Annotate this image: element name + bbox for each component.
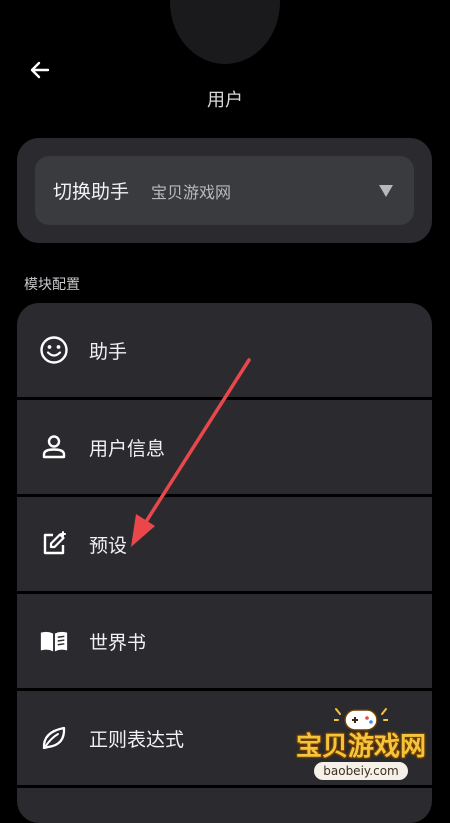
- module-item-world-book[interactable]: 世界书: [17, 594, 432, 691]
- watermark-title: 宝贝游戏网: [295, 732, 426, 762]
- book-icon: [39, 626, 69, 656]
- selected-assistant: 宝贝游戏网: [151, 182, 232, 202]
- leaf-icon: [39, 723, 69, 753]
- person-icon: [39, 432, 69, 462]
- camera-notch: [170, 0, 280, 64]
- assistant-switch-dropdown[interactable]: 切换助手 宝贝游戏网: [35, 156, 414, 225]
- module-label: 助手: [89, 340, 128, 363]
- module-label: 世界书: [89, 631, 147, 654]
- watermark: 宝贝游戏网 baobeiy.com: [276, 704, 446, 794]
- module-item-preset[interactable]: 预设: [17, 497, 432, 594]
- back-button[interactable]: [24, 54, 56, 86]
- module-label: 正则表达式: [89, 728, 185, 751]
- module-item-assistant[interactable]: 助手: [17, 303, 432, 400]
- smiley-icon: [39, 335, 69, 365]
- watermark-url: baobeiy.com: [314, 762, 408, 780]
- edit-icon: [39, 529, 69, 559]
- module-label: 用户信息: [89, 437, 166, 460]
- section-label-module-config: 模块配置: [24, 277, 80, 293]
- switch-assistant-label: 切换助手: [53, 181, 130, 203]
- page-title: 用户: [207, 90, 243, 111]
- back-arrow-icon: [30, 61, 50, 79]
- dropdown-triangle-icon: [379, 185, 393, 197]
- assistant-card: 切换助手 宝贝游戏网: [17, 138, 432, 243]
- module-item-user-info[interactable]: 用户信息: [17, 400, 432, 497]
- module-label: 预设: [89, 534, 128, 557]
